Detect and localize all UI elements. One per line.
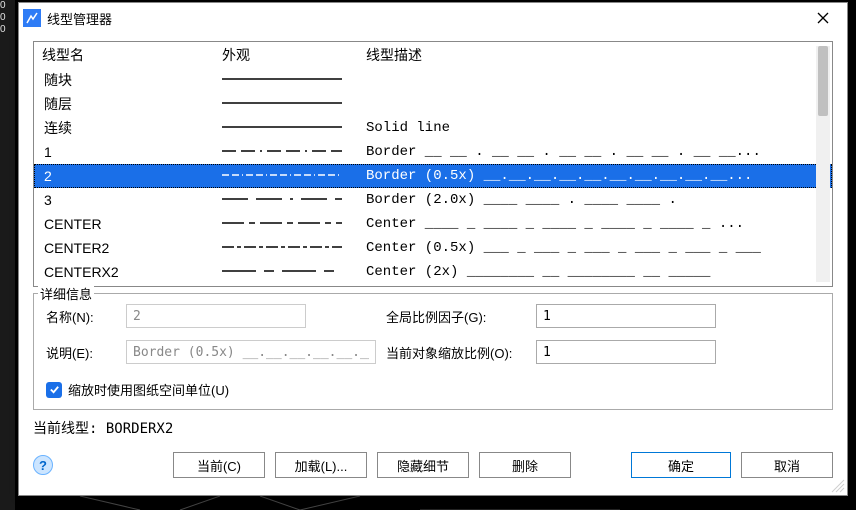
paperspace-check-label: 缩放时使用图纸空间单位(U) <box>68 380 229 399</box>
check-icon <box>49 384 60 395</box>
resize-grip-icon[interactable] <box>831 479 845 493</box>
row-name: 1 <box>34 144 222 160</box>
row-appearance <box>222 240 362 257</box>
row-name: CENTER2 <box>34 240 222 256</box>
row-desc: Border (2.0x) ____ ____ . ____ ____ . <box>362 192 832 208</box>
cancel-button[interactable]: 取消 <box>741 452 833 478</box>
table-row[interactable]: 2 Border (0.5x) __.__.__.__.__.__.__.__._… <box>34 164 832 188</box>
object-scale-label: 当前对象缩放比例(O): <box>386 343 536 362</box>
row-name: 随块 <box>34 70 222 90</box>
header-appearance[interactable]: 外观 <box>222 45 362 65</box>
delete-button[interactable]: 删除 <box>479 452 571 478</box>
help-button[interactable]: ? <box>33 455 53 475</box>
row-appearance <box>222 192 362 209</box>
row-appearance <box>222 264 362 281</box>
row-name: 2 <box>34 168 222 184</box>
table-row[interactable]: CENTER2 Center (0.5x) ___ _ ___ _ ___ _ _… <box>34 236 832 260</box>
row-desc: Center (2x) ________ __ ________ __ ____… <box>362 264 832 280</box>
desc-label: 说明(E): <box>46 343 126 362</box>
title-bar: 线型管理器 <box>19 3 847 33</box>
row-desc: Solid line <box>362 120 832 136</box>
object-scale-field[interactable] <box>536 340 716 364</box>
linetype-list: 线型名 外观 线型描述 随块随层连续 Solid line 1 Border __ _… <box>33 41 833 287</box>
row-name: 随层 <box>34 94 222 114</box>
paperspace-checkbox[interactable] <box>46 382 62 398</box>
table-row[interactable]: 随层 <box>34 92 832 116</box>
current-linetype-value: BORDERX2 <box>106 421 173 437</box>
row-name: CENTERX2 <box>34 264 222 280</box>
current-linetype: 当前线型: BORDERX2 <box>33 414 833 446</box>
row-desc: Center (0.5x) ___ _ ___ _ ___ _ ___ _ __… <box>362 240 832 256</box>
linetype-manager-dialog: 线型管理器 线型名 外观 线型描述 随块随层连续 Solid line 1 Borde… <box>18 2 848 496</box>
table-row[interactable]: CENTERX2 Center (2x) ________ __ ________… <box>34 260 832 284</box>
row-name: 3 <box>34 192 222 208</box>
global-scale-field[interactable] <box>536 304 716 328</box>
row-desc: Border (0.5x) __.__.__.__.__.__.__.__.__… <box>362 168 832 184</box>
background-ruler: 0 0 0 <box>0 0 15 510</box>
table-row[interactable]: 连续 Solid line <box>34 116 832 140</box>
row-appearance <box>222 72 362 89</box>
header-desc[interactable]: 线型描述 <box>362 45 832 65</box>
row-appearance <box>222 168 362 185</box>
row-appearance <box>222 144 362 161</box>
row-name: CENTER <box>34 216 222 232</box>
hide-detail-button[interactable]: 隐藏细节 <box>377 452 469 478</box>
close-icon <box>817 12 829 24</box>
app-icon <box>23 9 41 27</box>
detail-fieldset: 详细信息 名称(N): 全局比例因子(G): 说明(E): 当前对象缩放比例(O… <box>33 293 833 410</box>
global-scale-label: 全局比例因子(G): <box>386 307 536 326</box>
row-appearance <box>222 216 362 233</box>
table-row[interactable]: CENTER Center ____ _ ____ _ ____ _ ____ _… <box>34 212 832 236</box>
row-appearance <box>222 96 362 113</box>
list-scrollbar[interactable] <box>816 46 830 282</box>
load-button[interactable]: 加载(L)... <box>275 452 367 478</box>
dialog-title: 线型管理器 <box>47 9 803 28</box>
table-row[interactable]: 3 Border (2.0x) ____ ____ . ____ ____ . <box>34 188 832 212</box>
row-desc: Border __ __ . __ __ . __ __ . __ __ . _… <box>362 144 832 160</box>
row-appearance <box>222 120 362 137</box>
current-button[interactable]: 当前(C) <box>173 452 265 478</box>
desc-field[interactable] <box>126 340 376 364</box>
name-field[interactable] <box>126 304 306 328</box>
row-name: 连续 <box>34 118 222 138</box>
detail-legend: 详细信息 <box>38 284 94 303</box>
background-cad-lines <box>20 496 840 510</box>
list-header: 线型名 外观 线型描述 <box>34 42 832 68</box>
table-row[interactable]: 1 Border __ __ . __ __ . __ __ . __ __ . … <box>34 140 832 164</box>
paperspace-check-row[interactable]: 缩放时使用图纸空间单位(U) <box>46 380 736 399</box>
close-button[interactable] <box>803 4 843 32</box>
scrollbar-thumb[interactable] <box>818 46 828 116</box>
header-name[interactable]: 线型名 <box>34 45 222 65</box>
table-row[interactable]: 随块 <box>34 68 832 92</box>
current-linetype-label: 当前线型: <box>33 421 106 437</box>
ok-button[interactable]: 确定 <box>631 452 731 478</box>
row-desc: Center ____ _ ____ _ ____ _ ____ _ ____ … <box>362 216 832 232</box>
name-label: 名称(N): <box>46 307 126 326</box>
button-bar: ? 当前(C) 加载(L)... 隐藏细节 删除 确定 取消 <box>19 446 847 488</box>
